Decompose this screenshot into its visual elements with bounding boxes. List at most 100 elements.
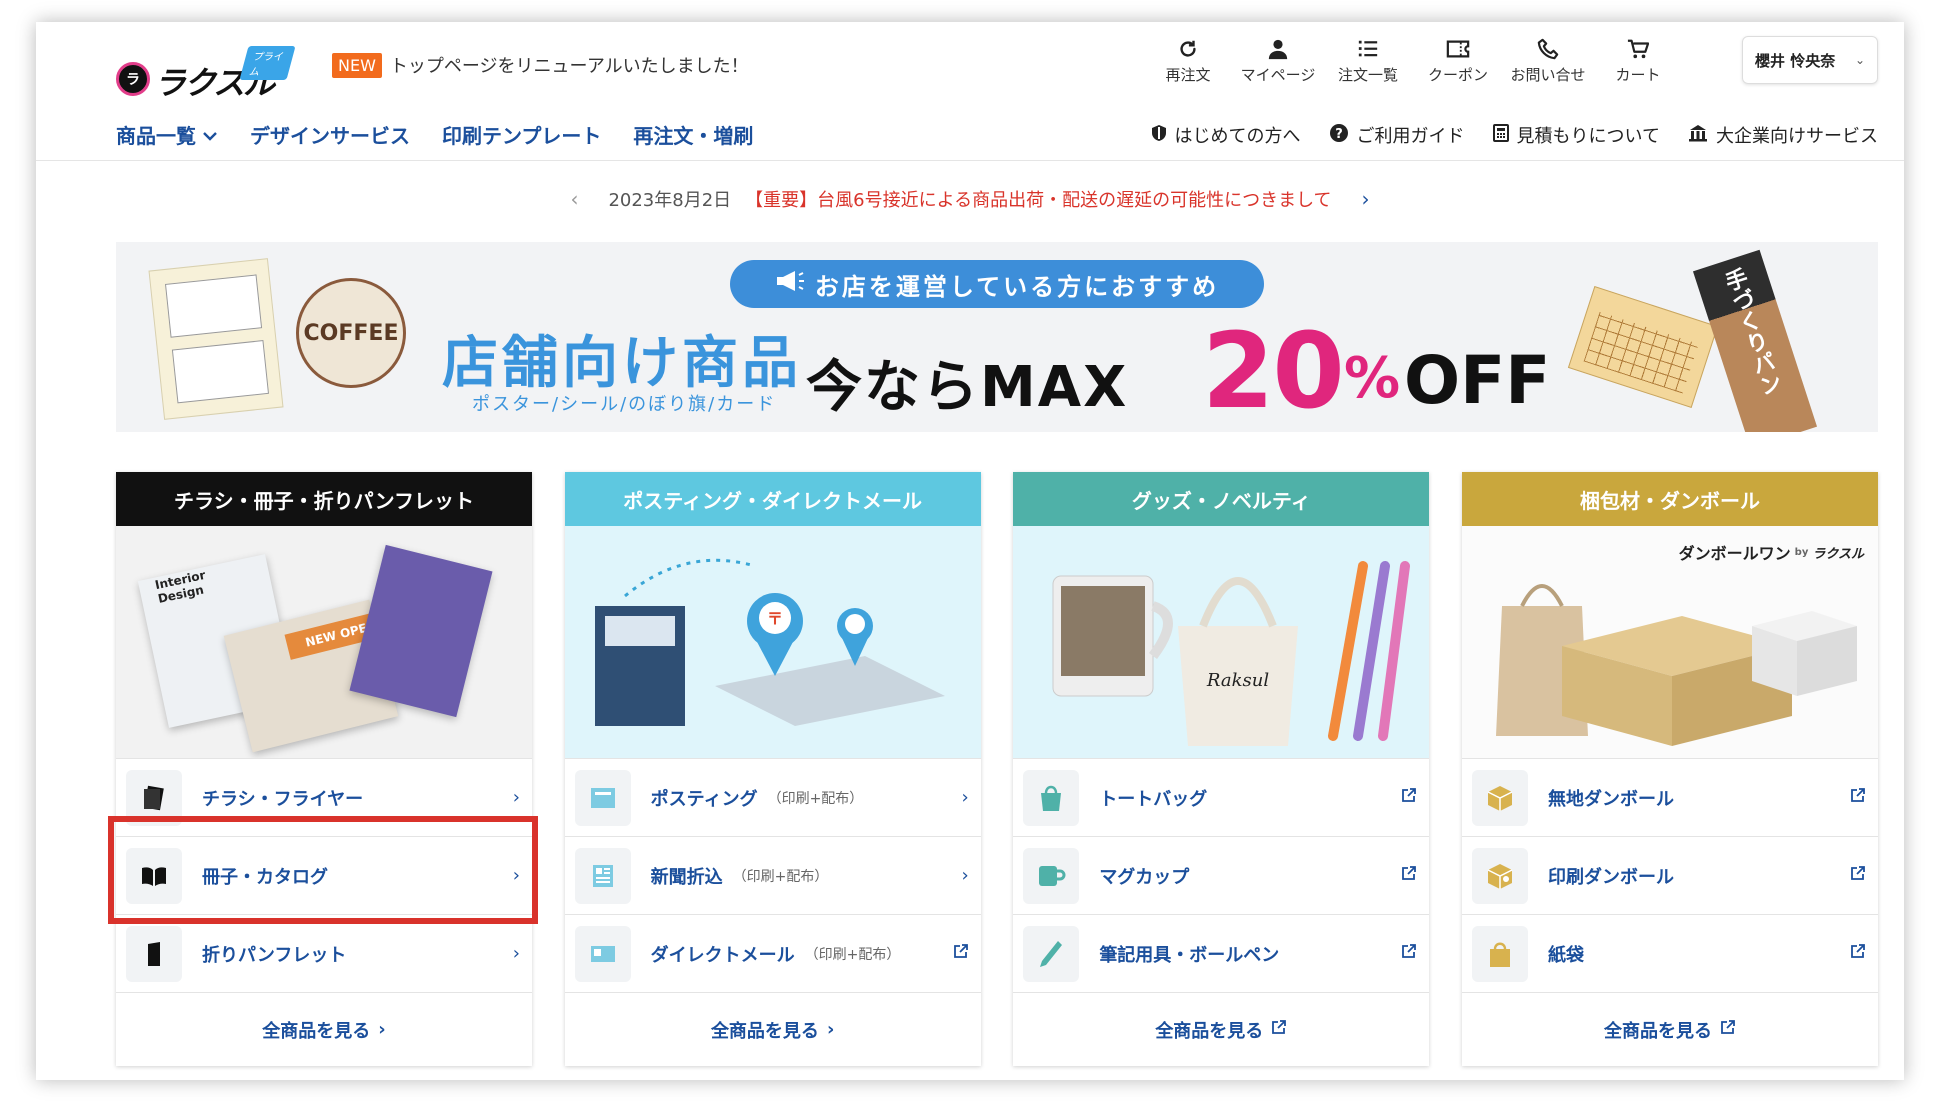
orders-button[interactable]: 注文一覧 bbox=[1332, 36, 1404, 85]
cart-label: カート bbox=[1615, 66, 1661, 84]
user-name: 櫻井 怜央奈 bbox=[1755, 51, 1836, 70]
banner-percent-sign: % bbox=[1344, 346, 1401, 411]
banner-subtitle: ポスター/シール/のぼり旗/カード bbox=[472, 394, 777, 415]
view-all-posting[interactable]: 全商品を見る › bbox=[564, 992, 981, 1066]
view-all-packaging[interactable]: 全商品を見る bbox=[1461, 992, 1878, 1066]
category-item-mug[interactable]: マグカップ bbox=[1013, 836, 1430, 914]
coupon-label: クーポン bbox=[1427, 66, 1488, 84]
coupon-button[interactable]: クーポン bbox=[1422, 36, 1494, 85]
chevron-right-icon: › bbox=[961, 865, 969, 886]
category-item-direct-mail[interactable]: ダイレクトメール （印刷+配布） bbox=[564, 914, 981, 992]
chevron-right-icon[interactable]: › bbox=[1346, 187, 1386, 211]
view-all-label: 全商品を見る bbox=[710, 1020, 819, 1042]
category-image-packaging: ダンボールワン by ラクスル bbox=[1461, 526, 1878, 758]
category-title: ポスティング・ダイレクトメール bbox=[564, 472, 981, 526]
newspaper-icon bbox=[574, 847, 631, 904]
view-all-label: 全商品を見る bbox=[1603, 1020, 1712, 1042]
logo-badge: プライム bbox=[239, 46, 296, 80]
item-label: ダイレクトメール bbox=[650, 944, 795, 966]
brand-text: ダンボールワン bbox=[1678, 544, 1791, 563]
category-item-pamphlet[interactable]: 折りパンフレット › bbox=[116, 914, 532, 992]
brand-logo: ラクスル bbox=[1812, 546, 1864, 562]
highlight-annotation bbox=[108, 816, 538, 924]
chevron-left-icon[interactable]: ‹ bbox=[554, 187, 594, 211]
item-note: （印刷+配布） bbox=[732, 868, 829, 885]
cart-button[interactable]: カート bbox=[1602, 36, 1674, 85]
category-item-plain-box[interactable]: 無地ダンボール bbox=[1461, 758, 1878, 836]
reorder-button[interactable]: 再注文 bbox=[1152, 36, 1224, 85]
category-item-tote-bag[interactable]: トートバッグ bbox=[1013, 758, 1430, 836]
mug-icon bbox=[1023, 847, 1080, 904]
category-item-pens[interactable]: 筆記用具・ボールペン bbox=[1013, 914, 1430, 992]
category-card-goods: グッズ・ノベルティ Raksul トートバッグ マグカップ 筆記用具・ボールペン… bbox=[1013, 472, 1430, 1066]
header-divider bbox=[36, 160, 1904, 161]
news-banner[interactable]: NEW トップページをリニューアルいたしました！ bbox=[332, 52, 749, 78]
chevron-right-icon: › bbox=[512, 943, 520, 964]
contact-button[interactable]: お問い合せ bbox=[1510, 36, 1586, 85]
subnav-estimate-label: 見積もりについて bbox=[1516, 126, 1660, 147]
contact-label: お問い合せ bbox=[1510, 66, 1586, 84]
banner-percent-number: 20 bbox=[1202, 310, 1345, 432]
category-image-posting: 〒 bbox=[564, 526, 981, 758]
category-title: チラシ・冊子・折りパンフレット bbox=[116, 472, 532, 526]
folded-pamphlet-icon bbox=[126, 925, 182, 982]
external-link-icon bbox=[1271, 1019, 1287, 1040]
category-item-newspaper[interactable]: 新聞折込 （印刷+配布） › bbox=[564, 836, 981, 914]
external-link-icon bbox=[1401, 943, 1417, 964]
mypage-button[interactable]: マイページ bbox=[1240, 36, 1316, 85]
chevron-right-icon: › bbox=[961, 787, 969, 808]
category-item-paper-bag[interactable]: 紙袋 bbox=[1461, 914, 1878, 992]
building-icon bbox=[1688, 124, 1708, 147]
main-nav: 商品一覧 デザインサービス 印刷テンプレート 再注文・増刷 bbox=[116, 120, 753, 149]
category-item-posting[interactable]: ポスティング （印刷+配布） › bbox=[564, 758, 981, 836]
question-icon: ? bbox=[1329, 123, 1349, 148]
nav-design-service[interactable]: デザインサービス bbox=[250, 120, 410, 149]
subnav-guide[interactable]: ? ご利用ガイド bbox=[1329, 122, 1465, 148]
orders-label: 注文一覧 bbox=[1337, 66, 1398, 84]
banner-now-max: 今ならMAX bbox=[806, 355, 1129, 420]
view-all-goods[interactable]: 全商品を見る bbox=[1013, 992, 1430, 1066]
subnav-first-time-label: はじめての方へ bbox=[1174, 126, 1301, 147]
item-label: マグカップ bbox=[1099, 866, 1190, 888]
subnav-first-time[interactable]: はじめての方へ bbox=[1151, 122, 1301, 148]
view-all-flyers[interactable]: 全商品を見る › bbox=[116, 992, 532, 1066]
user-menu[interactable]: 櫻井 怜央奈 ⌄ bbox=[1742, 36, 1878, 84]
category-item-printed-box[interactable]: 印刷ダンボール bbox=[1461, 836, 1878, 914]
site-header: ラ ラクスル プライム NEW トップページをリニューアルいたしました！ 再注文… bbox=[36, 22, 1904, 162]
announcement-link[interactable]: 【重要】台風6号接近による商品出荷・配送の遅延の可能性につきまして bbox=[745, 186, 1331, 212]
subnav-enterprise[interactable]: 大企業向けサービス bbox=[1688, 122, 1878, 148]
nav-reorder[interactable]: 再注文・増刷 bbox=[633, 120, 753, 149]
announcement-carousel: ‹ 2023年8月2日 【重要】台風6号接近による商品出荷・配送の遅延の可能性に… bbox=[36, 186, 1904, 212]
promo-banner[interactable]: COFFEE お店を運営している方におすすめ 店舗向け商品 ポスター/シール/の… bbox=[116, 242, 1878, 432]
reorder-label: 再注文 bbox=[1165, 66, 1211, 84]
external-link-icon bbox=[1850, 787, 1866, 808]
announcement-date: 2023年8月2日 bbox=[608, 190, 732, 211]
sub-nav: はじめての方へ ? ご利用ガイド 見積もりについて 大企業向けサービス bbox=[1151, 122, 1878, 148]
chevron-right-icon: › bbox=[378, 1019, 386, 1040]
item-label: 筆記用具・ボールペン bbox=[1099, 944, 1280, 966]
item-label: 印刷ダンボール bbox=[1547, 866, 1674, 888]
banner-pill: お店を運営している方におすすめ bbox=[730, 260, 1264, 308]
cart-icon bbox=[1627, 36, 1649, 62]
site-logo[interactable]: ラ ラクスル プライム bbox=[116, 40, 296, 102]
external-link-icon bbox=[1850, 865, 1866, 886]
nav-products[interactable]: 商品一覧 bbox=[116, 120, 218, 149]
item-label: 折りパンフレット bbox=[202, 944, 347, 966]
logo-mark: ラ bbox=[116, 62, 150, 96]
subnav-enterprise-label: 大企業向けサービス bbox=[1716, 126, 1878, 147]
item-label: 新聞折込 bbox=[650, 866, 723, 888]
refresh-icon bbox=[1177, 36, 1199, 62]
mypage-label: マイページ bbox=[1240, 66, 1316, 84]
banner-title: 店舗向け商品 bbox=[442, 331, 802, 396]
header-icon-menu: 再注文 マイページ 注文一覧 クーポン お問い合せ カート bbox=[1152, 36, 1674, 85]
ticket-icon bbox=[1446, 36, 1470, 62]
view-all-label: 全商品を見る bbox=[1155, 1020, 1264, 1042]
chevron-right-icon: › bbox=[512, 787, 520, 808]
danboru-one-logo: ダンボールワン by ラクスル bbox=[1679, 540, 1864, 564]
item-label: トートバッグ bbox=[1099, 788, 1208, 810]
nav-print-templates[interactable]: 印刷テンプレート bbox=[442, 120, 601, 149]
news-text[interactable]: トップページをリニューアルいたしました！ bbox=[390, 52, 749, 78]
subnav-estimate[interactable]: 見積もりについて bbox=[1492, 122, 1660, 148]
brand-by: by bbox=[1794, 546, 1809, 558]
user-icon bbox=[1267, 36, 1289, 62]
